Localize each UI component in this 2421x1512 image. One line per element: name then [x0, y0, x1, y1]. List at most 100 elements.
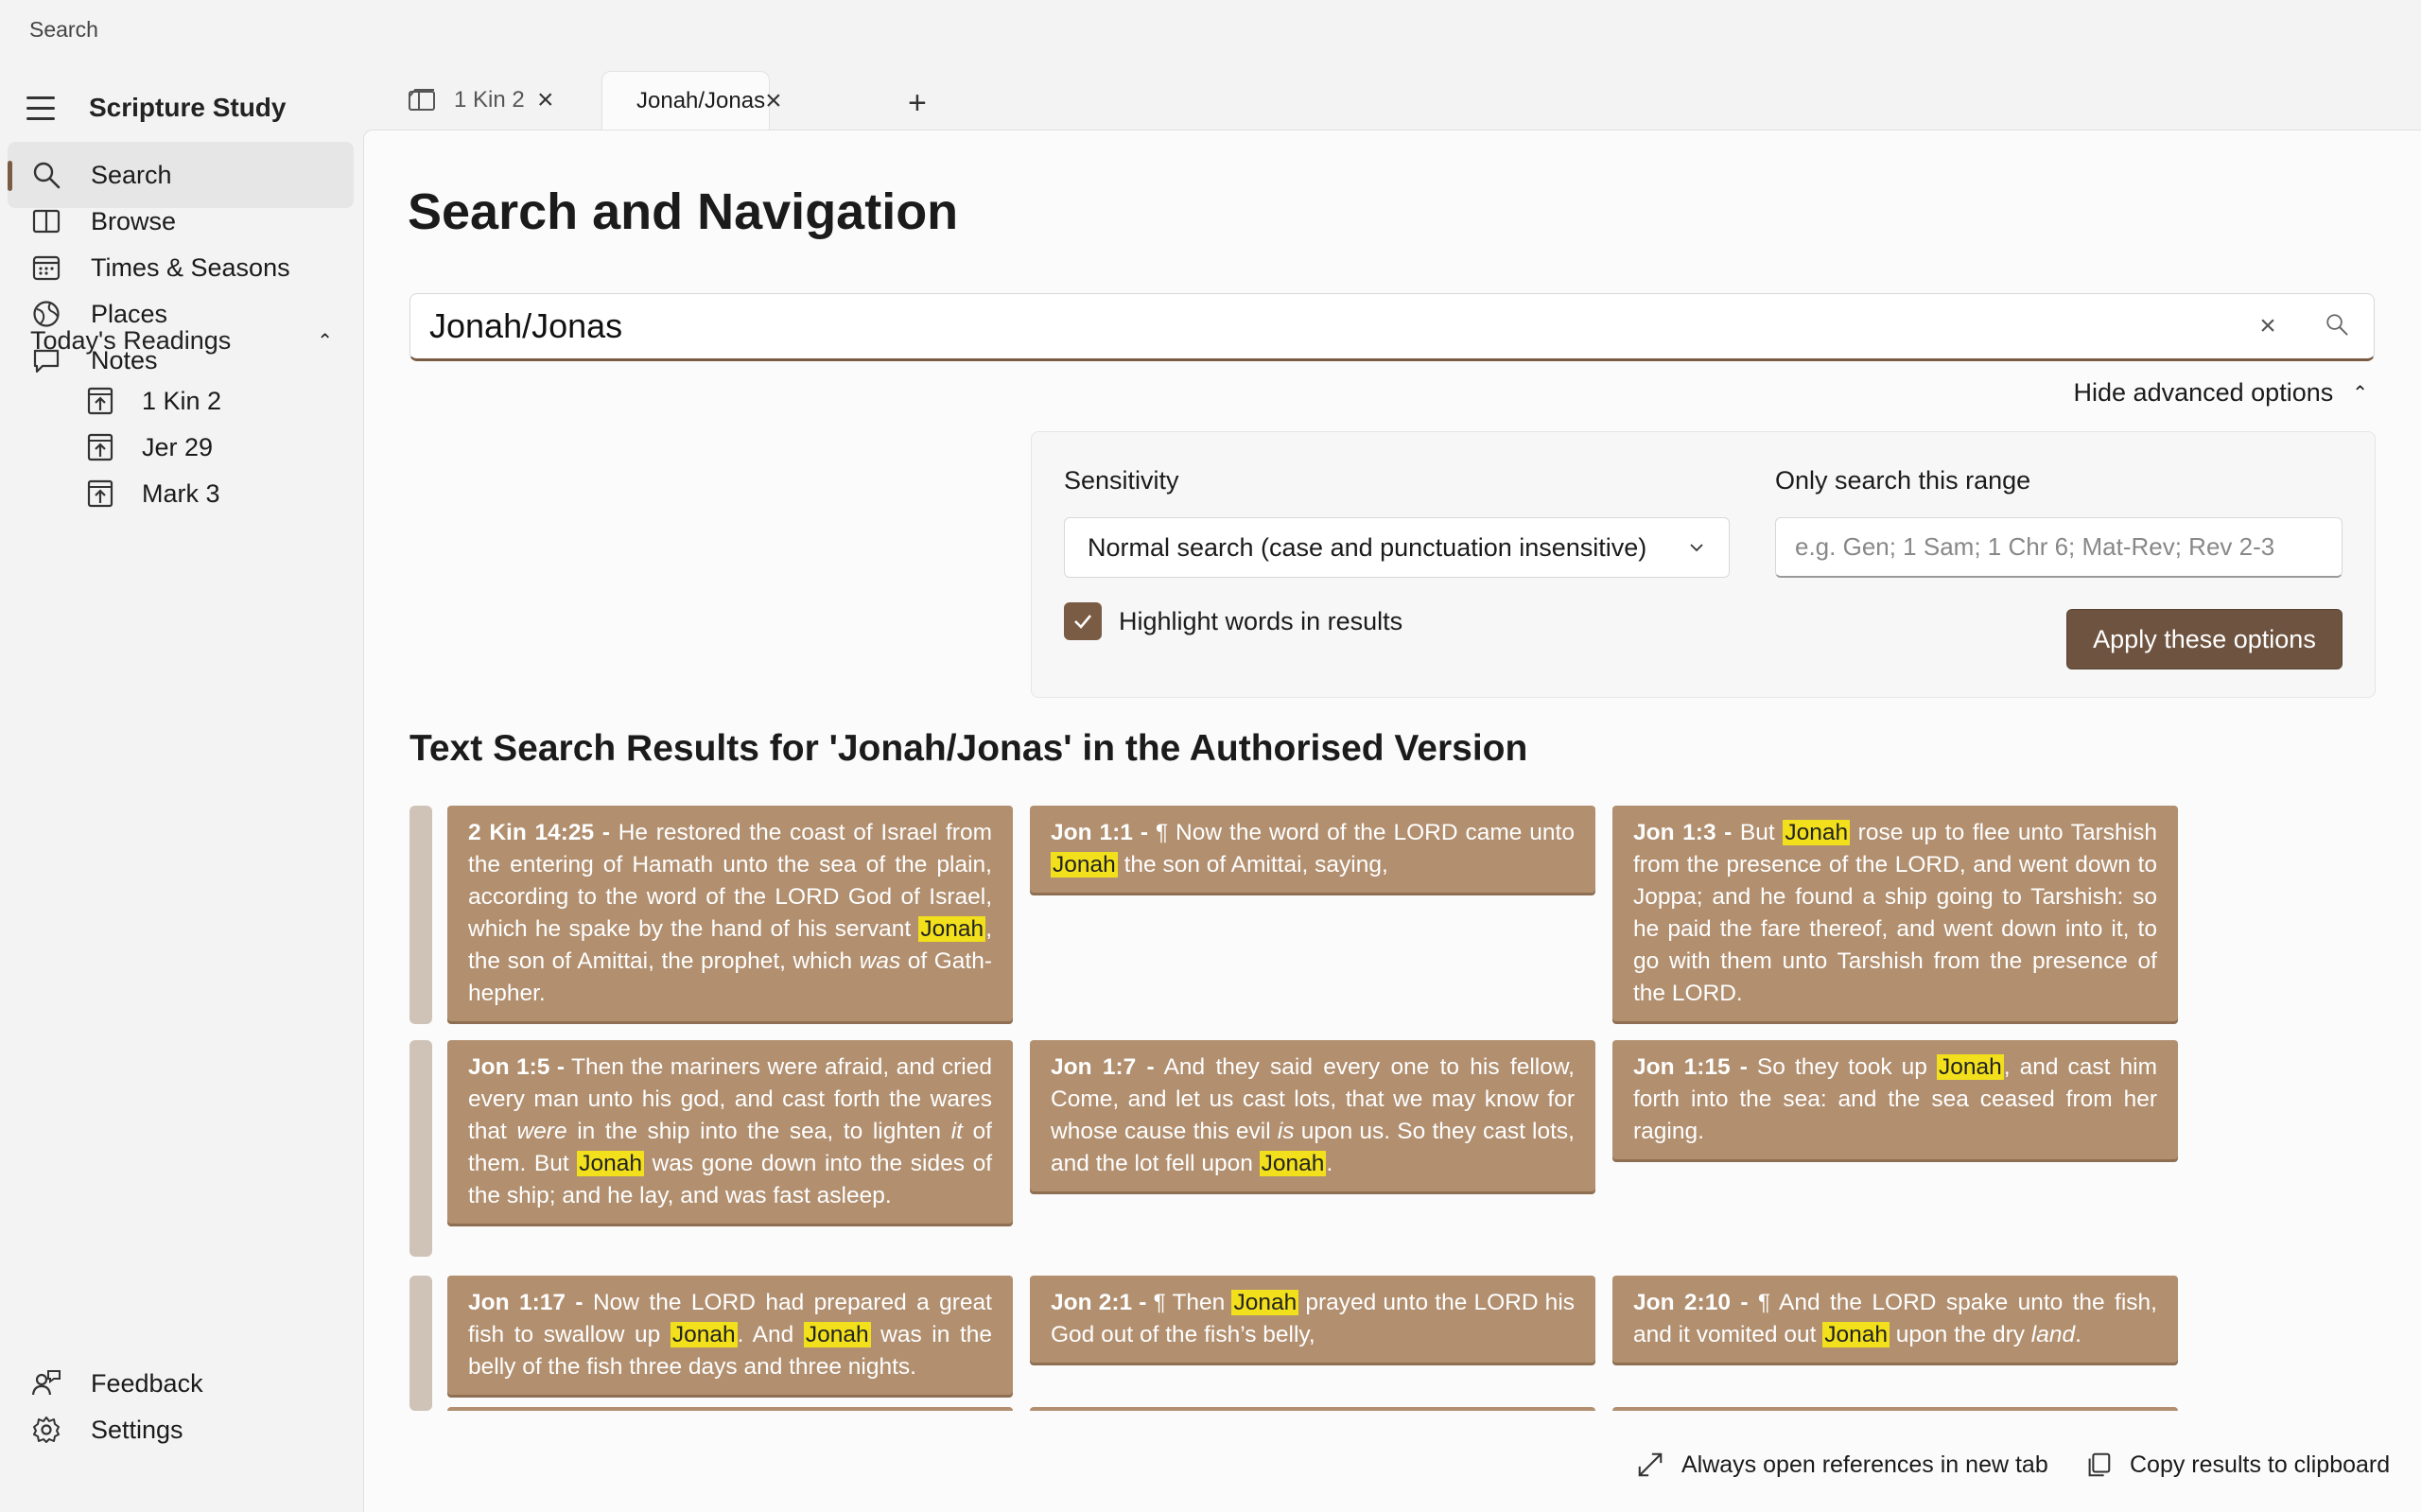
italic-word: is: [1277, 1119, 1295, 1144]
bottom-bar: Always open references in new tab Copy r…: [363, 1439, 2421, 1512]
reading-icon: [87, 479, 113, 508]
range-input[interactable]: [1775, 517, 2343, 578]
result-card[interactable]: Jon 1:15 - So they took up Jonah, and ca…: [1612, 1040, 2178, 1159]
add-tab-button[interactable]: +: [908, 85, 927, 122]
sensitivity-select[interactable]: Normal search (case and punctuation inse…: [1064, 517, 1730, 578]
reading-icon: [87, 387, 113, 415]
todays-readings-label: Today's Readings: [30, 326, 232, 355]
feedback-icon: [30, 1367, 62, 1399]
highlighted-word: Jonah: [577, 1151, 645, 1176]
copy-results-button[interactable]: Copy results to clipboard: [2084, 1451, 2390, 1479]
tab-label: 1 Kin 2: [454, 87, 525, 113]
tab-bar: 1 Kin 2 × Jonah/Jonas × +: [363, 57, 2421, 130]
nav-item-label: Times & Seasons: [91, 252, 290, 282]
open-in-new-tab-toggle[interactable]: Always open references in new tab: [1636, 1451, 2048, 1479]
reading-label: 1 Kin 2: [142, 386, 222, 415]
search-icon: [30, 159, 62, 191]
book-open-icon: [409, 89, 435, 111]
main-panel: Search and Navigation × Hide advanced op…: [363, 130, 2421, 1512]
close-icon[interactable]: ×: [537, 84, 554, 116]
row-marker[interactable]: [409, 1276, 432, 1411]
open-in-new-tab-label: Always open references in new tab: [1681, 1451, 2048, 1478]
result-card[interactable]: Jon 1:17 - Now the LORD had prepared a g…: [447, 1276, 1013, 1395]
verse-reference[interactable]: 2 Kin 14:25 -: [468, 820, 610, 845]
result-card[interactable]: Jon 1:1 - ¶ Now the word of the LORD cam…: [1030, 806, 1595, 893]
hide-advanced-options-button[interactable]: Hide advanced options ⌃: [2074, 378, 2368, 408]
italic-word: it: [950, 1119, 963, 1144]
row-marker[interactable]: [409, 806, 432, 1024]
highlighted-word: Jonah: [1822, 1322, 1890, 1347]
result-card-partial[interactable]: [447, 1407, 1013, 1411]
reading-label: Mark 3: [142, 478, 220, 508]
highlighted-word: Jonah: [1231, 1290, 1299, 1315]
verse-reference[interactable]: Jon 1:17 -: [468, 1290, 583, 1315]
verse-reference[interactable]: Jon 1:7 -: [1051, 1054, 1155, 1080]
todays-readings-header[interactable]: Today's Readings ⌃: [30, 326, 333, 356]
expand-icon: [1638, 1452, 1663, 1477]
gear-icon: [30, 1414, 62, 1446]
verse-reference[interactable]: Jon 2:10 -: [1633, 1290, 1748, 1315]
tab-1-kin-2[interactable]: 1 Kin 2 ×: [407, 71, 567, 130]
result-card[interactable]: Jon 1:5 - Then the mariners were afraid,…: [447, 1040, 1013, 1224]
chevron-up-icon: ⌃: [317, 331, 333, 352]
highlight-words-label: Highlight words in results: [1119, 606, 1403, 635]
sensitivity-label: Sensitivity: [1064, 466, 1179, 495]
search-box: ×: [409, 293, 2375, 361]
nav-item-settings[interactable]: Settings: [8, 1397, 354, 1463]
chevron-down-icon: [1690, 544, 1703, 552]
apply-options-button[interactable]: Apply these options: [2066, 609, 2343, 669]
calendar-icon: [30, 252, 62, 284]
highlight-words-checkbox[interactable]: [1064, 602, 1102, 640]
highlighted-word: Jonah: [670, 1322, 738, 1347]
app-header: Scripture Study: [26, 79, 286, 136]
advanced-toggle-label: Hide advanced options: [2073, 378, 2334, 407]
tab-label: Jonah/Jonas: [636, 87, 766, 113]
tab-jonah-jonas[interactable]: Jonah/Jonas ×: [601, 71, 782, 130]
nav-item-label: Places: [91, 299, 168, 328]
highlighted-word: Jonah: [803, 1322, 871, 1347]
result-card-partial[interactable]: [1612, 1407, 2178, 1411]
highlighted-word: Jonah: [1936, 1054, 2004, 1080]
italic-word: land: [2030, 1322, 2076, 1347]
copy-results-label: Copy results to clipboard: [2130, 1451, 2391, 1478]
reading-icon: [87, 433, 113, 461]
result-card[interactable]: Jon 2:1 - ¶ Then Jonah prayed unto the L…: [1030, 1276, 1595, 1363]
clear-icon[interactable]: ×: [2249, 310, 2287, 342]
page-title: Search and Navigation: [408, 183, 959, 240]
result-card[interactable]: Jon 1:3 - But Jonah rose up to flee unto…: [1612, 806, 2178, 1021]
verse-reference[interactable]: Jon 2:1 -: [1051, 1290, 1146, 1315]
row-marker[interactable]: [409, 1040, 432, 1257]
app-name: Scripture Study: [89, 93, 287, 122]
verse-reference[interactable]: Jon 1:15 -: [1633, 1054, 1748, 1080]
verse-reference[interactable]: Jon 1:5 -: [468, 1054, 565, 1080]
highlighted-word: Jonah: [1783, 820, 1851, 845]
result-card[interactable]: Jon 2:10 - ¶ And the LORD spake unto the…: [1612, 1276, 2178, 1363]
search-icon[interactable]: [2325, 312, 2374, 341]
sidebar: Scripture Study Search Browse Times & Se…: [0, 57, 363, 1512]
nav-item-label: Browse: [91, 206, 177, 235]
results-grid: 2 Kin 14:25 - He restored the coast of I…: [409, 806, 2395, 1411]
copy-icon: [2088, 1452, 2111, 1477]
checkmark-icon: [1074, 615, 1091, 629]
sensitivity-value: Normal search (case and punctuation inse…: [1088, 532, 1647, 562]
highlighted-word: Jonah: [918, 916, 986, 942]
nav-item-label: Settings: [91, 1415, 183, 1444]
results-title: Text Search Results for 'Jonah/Jonas' in…: [409, 728, 1528, 769]
italic-word: were: [516, 1119, 567, 1144]
result-card[interactable]: Jon 1:7 - And they said every one to his…: [1030, 1040, 1595, 1191]
window-title: Search: [29, 17, 98, 42]
book-icon: [30, 205, 62, 237]
range-label: Only search this range: [1775, 466, 2031, 495]
advanced-options-panel: Sensitivity Only search this range Norma…: [1031, 431, 2376, 698]
highlighted-word: Jonah: [1051, 852, 1118, 878]
verse-reference[interactable]: Jon 1:1 -: [1051, 820, 1148, 845]
result-card[interactable]: 2 Kin 14:25 - He restored the coast of I…: [447, 806, 1013, 1021]
verse-reference[interactable]: Jon 1:3 -: [1633, 820, 1732, 845]
search-input[interactable]: [410, 306, 2249, 346]
close-icon[interactable]: ×: [765, 85, 782, 117]
hamburger-menu-icon[interactable]: [26, 89, 64, 127]
highlight-words-checkbox-row[interactable]: Highlight words in results: [1064, 602, 1402, 640]
result-card-partial[interactable]: [1030, 1407, 1595, 1411]
chevron-up-icon: ⌃: [2352, 383, 2368, 404]
reading-item-mark-3[interactable]: Mark 3: [85, 465, 220, 522]
